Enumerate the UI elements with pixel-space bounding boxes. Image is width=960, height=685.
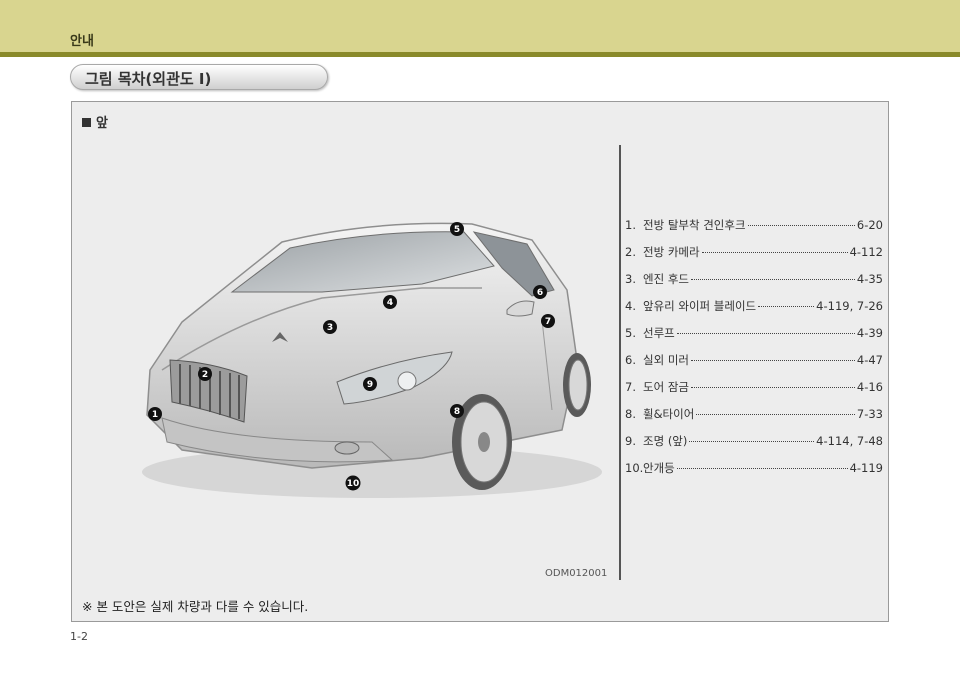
- list-item: 9. 조명 (앞) 4-114, 7-48: [625, 434, 883, 448]
- vertical-divider: [619, 145, 621, 580]
- svg-text:4: 4: [387, 298, 393, 308]
- svg-text:5: 5: [454, 225, 460, 235]
- list-item: 8. 휠&타이어 7-33: [625, 407, 883, 421]
- svg-text:2: 2: [202, 370, 208, 380]
- callout-3: 3: [323, 320, 337, 334]
- callout-4: 4: [383, 295, 397, 309]
- section-label: 안내: [70, 34, 94, 49]
- callout-7: 7: [541, 314, 555, 328]
- page-title: 그림 목차(외관도 I): [85, 70, 212, 88]
- callout-6: 6: [533, 285, 547, 299]
- svg-text:6: 6: [537, 288, 543, 298]
- illustration-panel: 앞 1 2 3 4 5 6 7 8 9 10 ODM012001 1. 전방 탈…: [71, 101, 889, 622]
- list-item: 4. 앞유리 와이퍼 블레이드 4-119, 7-26: [625, 299, 883, 313]
- svg-text:10: 10: [347, 479, 360, 489]
- svg-text:7: 7: [545, 317, 551, 327]
- list-item: 2. 전방 카메라 4-112: [625, 245, 883, 259]
- header-bar: [0, 0, 960, 52]
- page-number: 1-2: [70, 630, 88, 643]
- callout-9: 9: [363, 377, 377, 391]
- car-front-illustration: 1 2 3 4 5 6 7 8 9 10: [142, 222, 602, 498]
- callout-8: 8: [450, 404, 464, 418]
- header-rule: [0, 52, 960, 57]
- callout-1: 1: [148, 407, 162, 421]
- image-code: ODM012001: [545, 568, 608, 579]
- svg-text:3: 3: [327, 323, 333, 333]
- callout-5: 5: [450, 222, 464, 236]
- square-bullet-icon: [82, 118, 91, 127]
- list-item: 5. 선루프 4-39: [625, 326, 883, 340]
- disclaimer-note: ※ 본 도안은 실제 차량과 다를 수 있습니다.: [82, 599, 309, 614]
- title-pill: 그림 목차(외관도 I): [70, 64, 328, 90]
- callout-10: 10: [345, 475, 361, 491]
- svg-text:1: 1: [152, 410, 158, 420]
- list-item: 10. 안개등 4-119: [625, 461, 883, 475]
- svg-text:8: 8: [454, 407, 460, 417]
- list-item: 6. 실외 미러 4-47: [625, 353, 883, 367]
- svg-text:9: 9: [367, 380, 373, 390]
- parts-list: 1. 전방 탈부착 견인후크 6-20 2. 전방 카메라 4-112 3. 엔진 후드 4…: [625, 217, 883, 487]
- list-item: 3. 엔진 후드 4-35: [625, 272, 883, 286]
- list-item: 7. 도어 잠금 4-16: [625, 380, 883, 394]
- callout-2: 2: [198, 367, 212, 381]
- front-heading: 앞: [82, 112, 108, 131]
- front-heading-label: 앞: [96, 116, 108, 131]
- list-item: 1. 전방 탈부착 견인후크 6-20: [625, 218, 883, 232]
